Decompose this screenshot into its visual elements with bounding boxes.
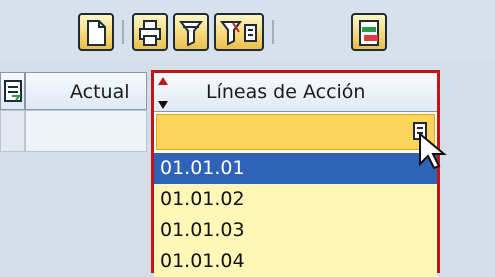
sort-ascending-icon [158,77,168,85]
row-selector-header[interactable] [0,72,25,110]
mouse-cursor-icon [419,132,447,170]
column-header-lineas-de-accion[interactable]: Líneas de Acción [154,73,437,112]
dropdown-option[interactable]: 01.01.03 [154,215,437,246]
toolbar [0,0,495,62]
filter-settings-icon [220,21,257,46]
dropdown-option[interactable]: 01.01.04 [154,246,437,277]
export-button[interactable] [351,13,387,51]
filter-button[interactable] [173,13,209,51]
layout-settings-icon [4,80,22,102]
row-selector-cell[interactable] [0,110,25,152]
actual-cell[interactable] [25,110,147,152]
column-header-actual[interactable]: Actual [25,72,147,110]
filter-icon [179,21,203,46]
sort-descending-icon [158,101,168,109]
dropdown-option[interactable]: 01.01.01 [154,153,437,184]
print-button[interactable] [132,13,168,51]
dropdown-list[interactable]: 01.01.01 01.01.02 01.01.03 01.01.04 [154,153,437,277]
empty-area [440,110,495,152]
column-label-lineas: Líneas de Acción [206,81,366,103]
combo-input[interactable] [156,114,435,150]
toolbar-separator [122,20,124,44]
column-label-actual: Actual [70,81,130,103]
dropdown-option[interactable]: 01.01.02 [154,184,437,215]
combo-column[interactable]: Líneas de Acción 01.01.01 01.01.02 01.01… [151,70,440,277]
filter-settings-button[interactable] [214,13,264,51]
export-icon [359,20,379,46]
new-document-icon [87,20,106,46]
toolbar-separator [272,20,274,44]
new-document-button[interactable] [78,13,114,51]
print-icon [139,20,161,46]
